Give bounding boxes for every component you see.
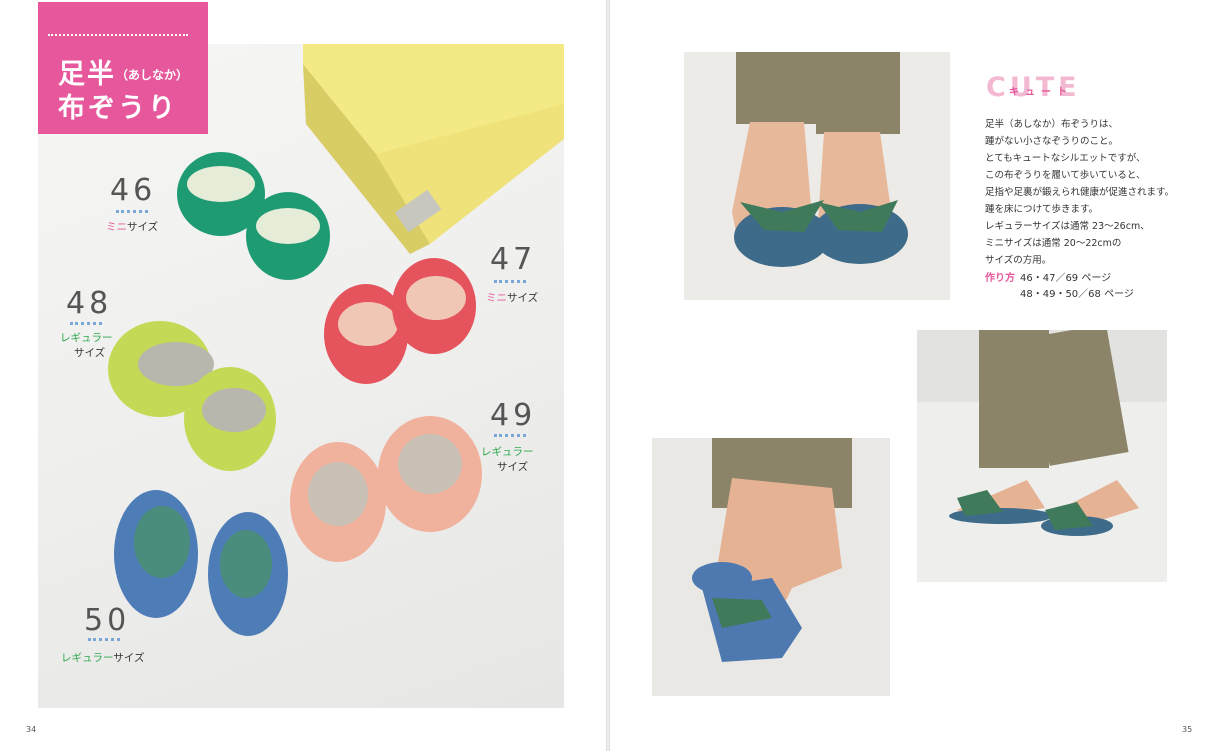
instructions-line-2: 48・49・50／68 ページ bbox=[1020, 289, 1134, 300]
size-label-48-sub: サイズ bbox=[74, 347, 106, 359]
yellow-box-image bbox=[303, 44, 564, 254]
item-number-50: 50 bbox=[84, 603, 131, 638]
sandal-49-image bbox=[290, 416, 482, 562]
foot-lifted-photo bbox=[652, 438, 890, 696]
title-line-2: 布ぞうり bbox=[58, 93, 178, 124]
instructions-label: 作り方 bbox=[985, 273, 1015, 284]
page-number-left: 34 bbox=[26, 725, 37, 734]
item-number-46: 46 bbox=[110, 173, 157, 208]
dots-49 bbox=[494, 434, 526, 437]
sandal-47-image bbox=[324, 258, 476, 384]
item-number-48: 48 bbox=[66, 286, 113, 321]
page-number-right: 35 bbox=[1182, 725, 1193, 734]
dots-47 bbox=[494, 280, 526, 283]
sandal-50-image bbox=[114, 490, 288, 636]
description-line: とてもキュートなシルエットですが、 bbox=[985, 153, 1146, 164]
size-label-49-sub: サイズ bbox=[497, 461, 529, 473]
dots-46 bbox=[116, 210, 148, 213]
description-line: 踵を床につけて歩きます。 bbox=[985, 204, 1099, 215]
description-line: ミニサイズは通常 20〜22cmの bbox=[985, 238, 1122, 249]
description-line: この布ぞうりを履いて歩いていると、 bbox=[985, 170, 1146, 181]
description-line: レギュラーサイズは通常 23〜26cm、 bbox=[985, 221, 1150, 232]
sandal-48-image bbox=[108, 321, 276, 471]
size-label-46: ミニサイズ bbox=[106, 221, 159, 233]
sandal-46-image bbox=[177, 152, 330, 280]
size-label-47: ミニサイズ bbox=[486, 292, 539, 304]
book-spread: 足半（あしなか） 布ぞうり 46 ミニサイズ 47 ミニサイズ 48 レギュラー… bbox=[0, 0, 1216, 751]
cute-subheading: キュート bbox=[1009, 87, 1073, 98]
description-line: 踵がない小さなぞうりのこと。 bbox=[985, 136, 1119, 147]
walking-photo bbox=[917, 330, 1167, 582]
item-number-47: 47 bbox=[490, 242, 537, 277]
size-label-50: レギュラーサイズ bbox=[61, 652, 145, 664]
dots-50 bbox=[88, 638, 120, 641]
size-label-48: レギュラー bbox=[60, 332, 113, 344]
description-text: 足半（あしなか）布ぞうりは、 踵がない小さなぞうりのこと。 とてもキュートなシル… bbox=[985, 116, 1205, 269]
dots-48 bbox=[70, 322, 102, 325]
title-dots bbox=[48, 34, 188, 36]
description-line: サイズの方用。 bbox=[985, 255, 1052, 266]
instructions-line-1: 46・47／69 ページ bbox=[1020, 273, 1112, 284]
feet-standing-photo bbox=[684, 52, 950, 300]
item-number-49: 49 bbox=[490, 398, 537, 433]
description-line: 足半（あしなか）布ぞうりは、 bbox=[985, 119, 1119, 130]
book-gutter bbox=[606, 0, 610, 751]
description-line: 足指や足裏が鍛えられ健康が促進されます。 bbox=[985, 187, 1175, 198]
size-label-49: レギュラー bbox=[481, 446, 534, 458]
